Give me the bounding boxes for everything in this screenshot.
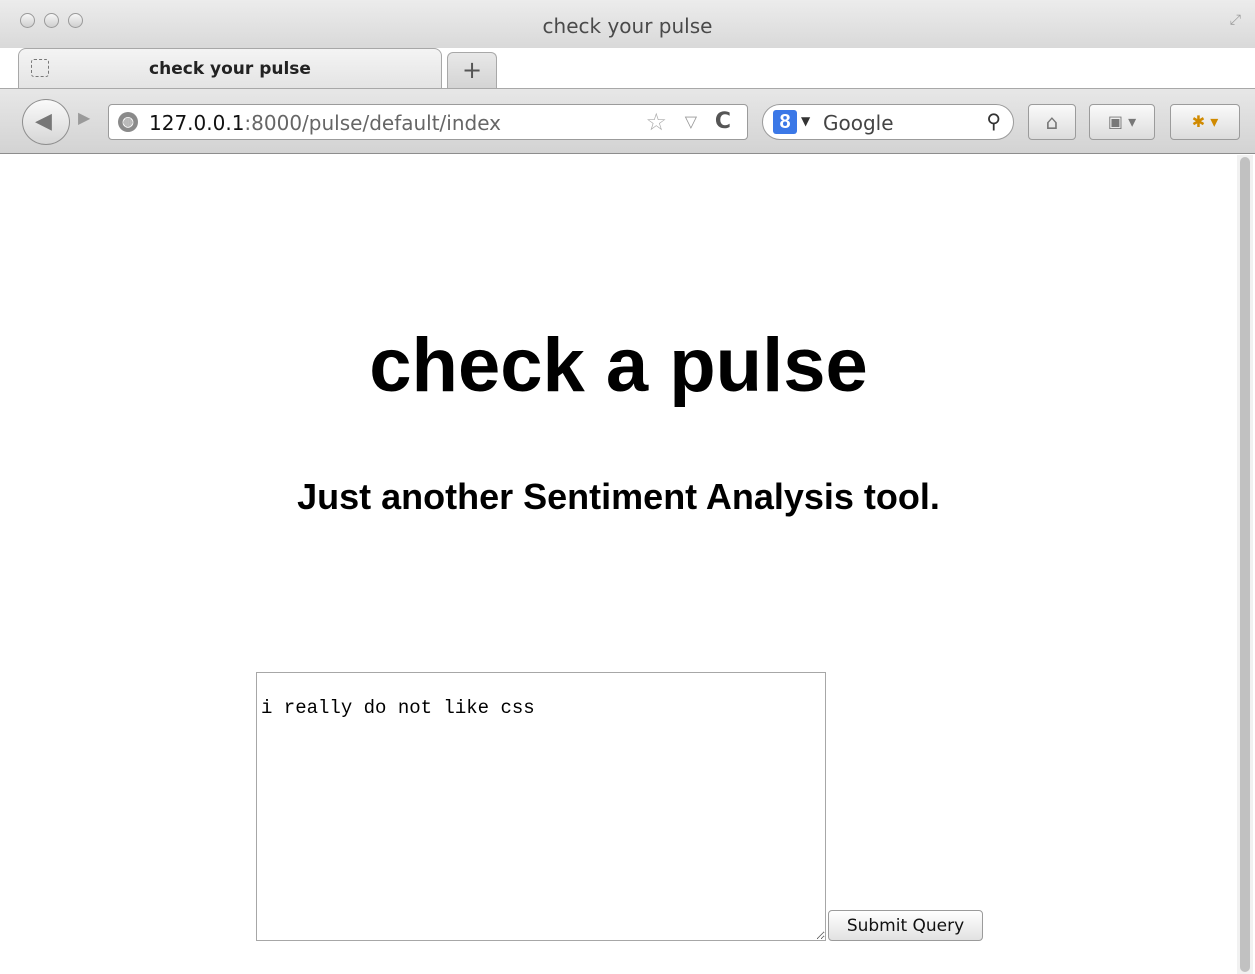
page-scrollbar[interactable]: [1237, 155, 1253, 974]
page-subtitle: Just another Sentiment Analysis tool.: [297, 476, 940, 517]
addon-button[interactable]: ✱ ▾: [1170, 104, 1240, 140]
home-icon: ⌂: [1045, 110, 1059, 134]
url-bar[interactable]: ◍ 127.0.0.1:8000/pulse/default/index ☆ ▽…: [108, 104, 748, 140]
globe-icon: ◍: [118, 112, 138, 132]
bookmarks-button[interactable]: ▣ ▾: [1089, 104, 1155, 140]
forward-button[interactable]: ▶: [78, 108, 90, 127]
back-arrow-icon: ◀: [35, 109, 52, 134]
magnifier-icon[interactable]: ⚲: [986, 109, 1001, 133]
scrollbar-thumb[interactable]: [1240, 157, 1250, 972]
reload-icon[interactable]: C: [715, 109, 731, 134]
url-dropdown-icon[interactable]: ▽: [685, 112, 697, 131]
tab-check-your-pulse[interactable]: check your pulse: [18, 48, 442, 88]
addon-icon: ✱ ▾: [1191, 112, 1219, 131]
fullscreen-icon[interactable]: ⤢: [1230, 12, 1241, 28]
search-engine-icon[interactable]: 8: [773, 110, 797, 134]
page-title: check a pulse: [369, 323, 868, 408]
navigation-toolbar: ◀ ▶ ◍ 127.0.0.1:8000/pulse/default/index…: [0, 88, 1255, 154]
window-title: check your pulse: [542, 14, 713, 38]
query-textarea[interactable]: i really do not like css: [256, 672, 826, 941]
star-icon[interactable]: ☆: [645, 108, 667, 136]
search-engine-dropdown-icon[interactable]: ▼: [801, 114, 810, 128]
url-path: :8000/pulse/default/index: [244, 111, 502, 135]
submit-query-button[interactable]: Submit Query: [828, 910, 983, 941]
tab-label: check your pulse: [149, 59, 311, 79]
search-input[interactable]: Google: [823, 111, 894, 135]
search-bar[interactable]: 8 ▼ Google ⚲: [762, 104, 1014, 140]
home-button[interactable]: ⌂: [1028, 104, 1076, 140]
url-text[interactable]: 127.0.0.1:8000/pulse/default/index: [149, 111, 501, 135]
url-host: 127.0.0.1: [149, 111, 245, 135]
bookmarks-icon: ▣ ▾: [1107, 112, 1137, 131]
window-titlebar: check your pulse ⤢: [0, 0, 1255, 48]
new-tab-button[interactable]: +: [447, 52, 497, 88]
back-button[interactable]: ◀: [22, 99, 70, 145]
